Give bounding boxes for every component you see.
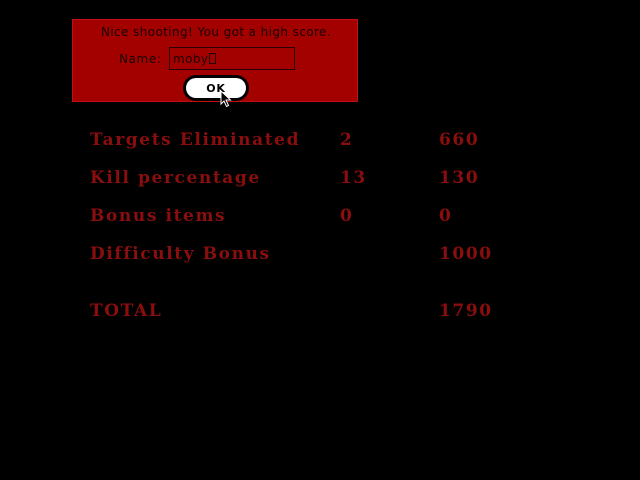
- score-row-kill-percentage: Kill percentage 13 130: [0, 168, 640, 192]
- score-points: 1000: [439, 244, 493, 264]
- score-row-total: TOTAL 1790: [0, 301, 640, 325]
- score-points: 660: [439, 130, 480, 150]
- score-count: 13: [340, 168, 367, 188]
- score-label: Difficulty Bonus: [90, 244, 271, 264]
- score-points: 130: [439, 168, 480, 188]
- ok-button[interactable]: OK: [183, 75, 249, 101]
- game-screen: Nice shooting! You got a high score. Nam…: [0, 0, 640, 480]
- score-label: Kill percentage: [90, 168, 261, 188]
- total-points: 1790: [439, 301, 493, 321]
- high-score-dialog: Nice shooting! You got a high score. Nam…: [72, 19, 358, 102]
- text-cursor-icon: [209, 53, 217, 64]
- score-points: 0: [439, 206, 453, 226]
- score-count: 0: [340, 206, 354, 226]
- name-label: Name:: [119, 52, 162, 66]
- arrow-pointer-icon: [220, 90, 232, 108]
- score-row-targets: Targets Eliminated 2 660: [0, 130, 640, 154]
- total-label: TOTAL: [90, 301, 163, 321]
- score-row-difficulty-bonus: Difficulty Bonus 1000: [0, 244, 640, 268]
- score-row-bonus-items: Bonus items 0 0: [0, 206, 640, 230]
- name-input-value: moby: [173, 51, 209, 66]
- high-score-message: Nice shooting! You got a high score.: [100, 25, 332, 39]
- ok-button-label: OK: [186, 78, 246, 98]
- score-label: Bonus items: [90, 206, 227, 226]
- score-count: 2: [340, 130, 354, 150]
- score-label: Targets Eliminated: [90, 130, 301, 150]
- name-input[interactable]: moby: [169, 47, 295, 70]
